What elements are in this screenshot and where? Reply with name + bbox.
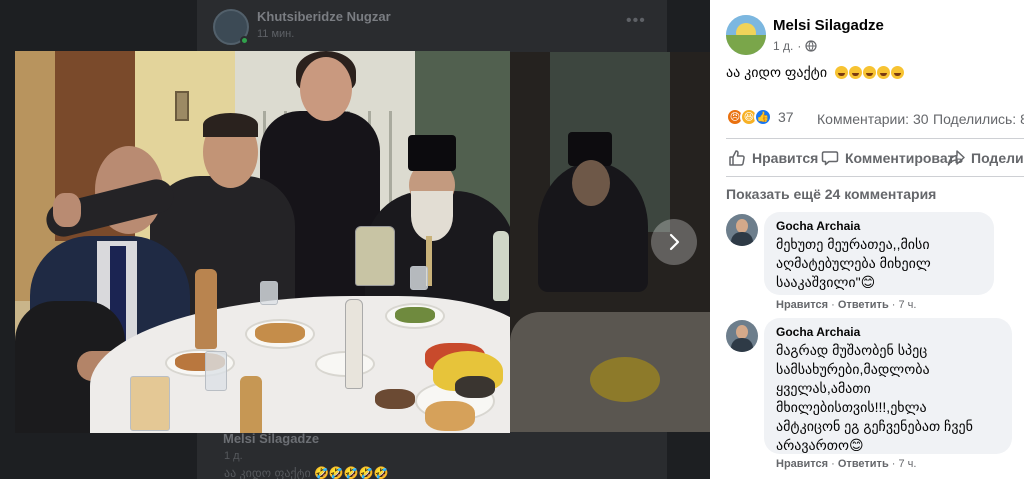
comment-bubble: Gocha Archaia მეხუთე მეურათეა,,მისი აღმა…: [764, 212, 994, 295]
feed-post-time: 11 мин.: [257, 28, 295, 40]
online-status-dot: [240, 36, 249, 45]
post-details-panel: Melsi Silagadze 1 д. · აა კიდო ფაქტი 😠 😆…: [710, 0, 1024, 479]
next-photo-button[interactable]: [651, 219, 697, 265]
share-icon: [947, 150, 965, 166]
comment-actions: Нравится · Ответить · 7 ч.: [776, 458, 917, 470]
reaction-count: 37: [778, 109, 794, 125]
feed-comment-time: 1 д.: [224, 450, 243, 462]
comment-line: ყველას,ამათი: [776, 380, 871, 396]
share-label: Поделиться: [971, 150, 1024, 166]
feed-comment-text: აა კიდო ფაქტი 🤣🤣🤣🤣🤣: [224, 466, 389, 479]
comment-like-link[interactable]: Нравится: [776, 299, 828, 311]
like-button[interactable]: Нравится: [728, 149, 818, 167]
chevron-right-icon: [669, 233, 680, 251]
like-label: Нравится: [752, 150, 819, 166]
comment-reply-link[interactable]: Ответить: [838, 299, 889, 311]
comment-actions: Нравится · Ответить · 7 ч.: [776, 299, 917, 311]
post-photo[interactable]: [15, 51, 510, 433]
comment-time[interactable]: 7 ч.: [899, 458, 917, 470]
post-text-content: აა კიდო ფაქტი: [726, 64, 828, 80]
comment-author[interactable]: Gocha Archaia: [776, 325, 1000, 339]
globe-icon: [805, 40, 817, 52]
feed-author-name: Khutsiberidze Nugzar: [257, 9, 391, 24]
comment-text: მეხუთე მეურათეა,,მისი აღმატებულება მიხეი…: [776, 235, 982, 292]
comment-reply-link[interactable]: Ответить: [838, 458, 889, 470]
post-time[interactable]: 1 д.: [773, 39, 793, 53]
comment-line: მხილებისთვის!!!,ეხლა: [776, 399, 927, 415]
divider: [726, 176, 1024, 177]
comment-bubble: Gocha Archaia მაგრად მუშაობენ სპეც სამსა…: [764, 318, 1012, 454]
show-more-comments-link[interactable]: Показать ещё 24 комментария: [726, 186, 936, 202]
comment-line: სამსახურები,მადლობა: [776, 361, 930, 377]
comment-label: Комментировать: [845, 150, 964, 166]
laughing-emoji-icons: [834, 64, 905, 80]
commenter-avatar[interactable]: [726, 214, 758, 246]
divider: [726, 138, 1024, 139]
comment-line: აღმატებულება მიხეილ: [776, 255, 931, 271]
post-author-name[interactable]: Melsi Silagadze: [773, 17, 884, 34]
comment-author[interactable]: Gocha Archaia: [776, 219, 982, 233]
comment-icon: [821, 151, 839, 166]
shares-count-link[interactable]: Поделились: 8: [933, 111, 1024, 127]
comment-like-link[interactable]: Нравится: [776, 458, 828, 470]
author-avatar[interactable]: [726, 15, 766, 55]
like-reaction-icon: 👍: [754, 108, 772, 126]
comment-line: სააკაშვილი"😊: [776, 274, 876, 290]
post-meta: 1 д. ·: [773, 39, 817, 53]
reaction-summary[interactable]: 😠 😆 👍 37: [726, 108, 794, 126]
post-text: აა კიდო ფაქტი: [726, 64, 905, 81]
commenter-avatar[interactable]: [726, 320, 758, 352]
comment-time[interactable]: 7 ч.: [899, 299, 917, 311]
more-options-icon: •••: [626, 12, 646, 29]
comment-line: მეხუთე მეურათეა,,მისი: [776, 236, 930, 252]
comment-button[interactable]: Комментировать: [821, 149, 963, 167]
comment-line: ამტკიცონ ეგ გეჩვენებათ ჩვენ: [776, 418, 973, 434]
thumbs-up-icon: [729, 150, 745, 166]
comment-text: მაგრად მუშაობენ სპეც სამსახურები,მადლობა…: [776, 341, 1000, 455]
comment-line: მაგრად მუშაობენ სპეც: [776, 342, 928, 358]
comments-count-link[interactable]: Комментарии: 30: [817, 111, 929, 127]
feed-comment-author: Melsi Silagadze: [223, 431, 320, 446]
comment-line: არავართო😊: [776, 437, 864, 453]
share-button[interactable]: Поделиться: [947, 149, 1024, 167]
